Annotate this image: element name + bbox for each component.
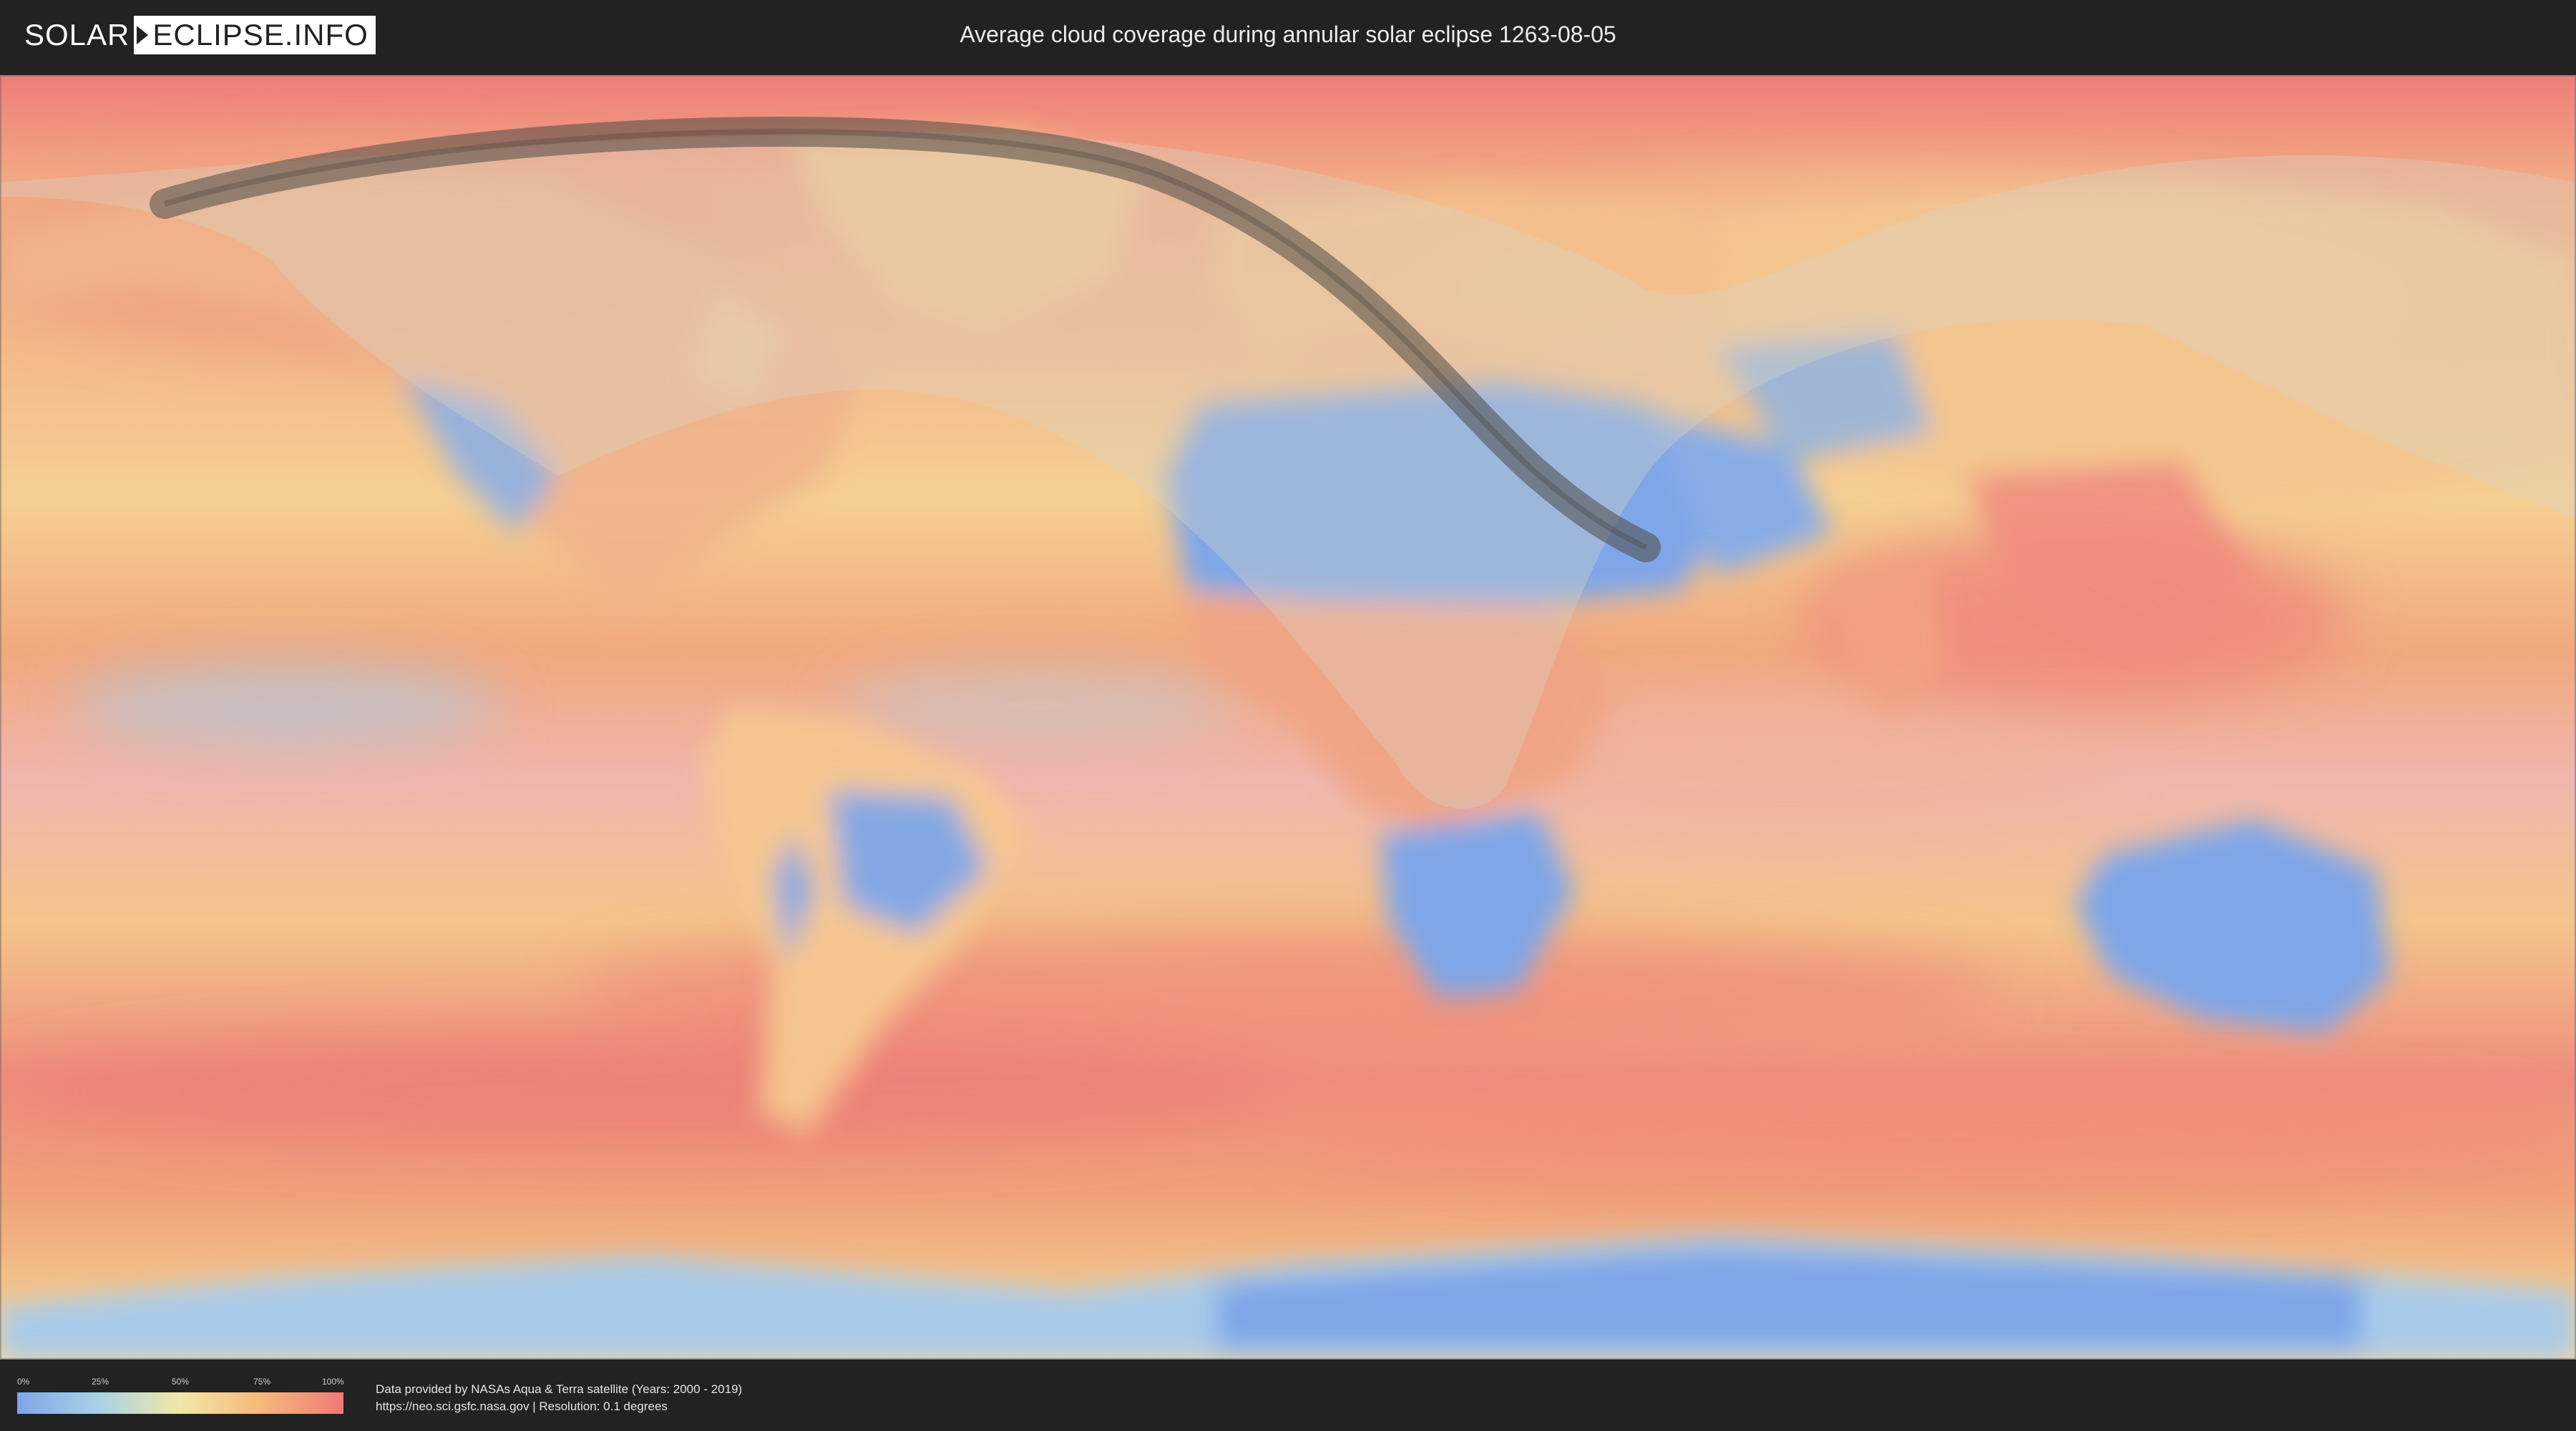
legend-tick-100: 100% — [322, 1377, 344, 1387]
legend-tick-0: 0% — [17, 1377, 30, 1387]
legend-tick-75: 75% — [253, 1377, 271, 1387]
cloud-coverage-map — [0, 75, 2576, 1359]
legend-ticks: 0% 25% 50% 75% 100% — [17, 1375, 344, 1390]
map-canvas — [0, 75, 2576, 1359]
page-title: Average cloud coverage during annular so… — [960, 21, 1616, 47]
credit-line-url[interactable]: https://neo.sci.gsfc.nasa.gov | Resoluti… — [376, 1398, 742, 1415]
legend-tick-50: 50% — [172, 1377, 190, 1387]
legend-tick-25: 25% — [92, 1377, 109, 1387]
header-bar: SOLAR ECLIPSE.INFO Average cloud coverag… — [0, 0, 2576, 72]
data-credits: Data provided by NASAs Aqua & Terra sate… — [376, 1381, 742, 1415]
cloud-coverage-legend: 0% 25% 50% 75% 100% — [17, 1375, 344, 1414]
legend-color-bar — [17, 1392, 343, 1414]
credit-line-source: Data provided by NASAs Aqua & Terra sate… — [376, 1382, 743, 1396]
app-root: SOLAR ECLIPSE.INFO Average cloud coverag… — [0, 0, 2576, 1431]
footer-bar: 0% 25% 50% 75% 100% Data provided by NAS… — [0, 1359, 2576, 1431]
